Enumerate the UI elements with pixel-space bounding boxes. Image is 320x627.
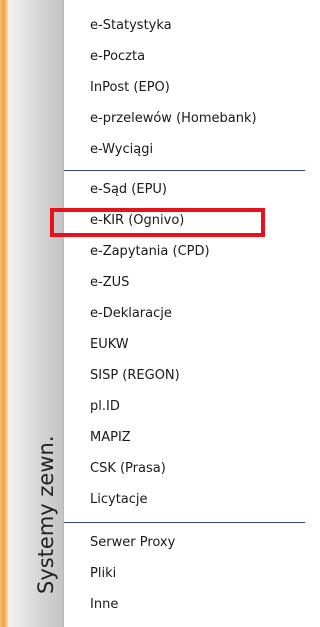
sidebar-label-container: Systemy zewn. [16,365,58,615]
menu-item-pl-id[interactable]: pl.ID [64,395,305,419]
menu-item-e-poczta[interactable]: e-Poczta [64,45,305,69]
context-menu: e-Statystyka e-Poczta InPost (EPO) e-prz… [64,0,305,627]
menu-item-e-sad[interactable]: e-Sąd (EPU) [64,178,305,202]
menu-item-csk[interactable]: CSK (Prasa) [64,457,305,481]
menu-item-mapiz[interactable]: MAPIZ [64,426,305,450]
menu-item-inne[interactable]: Inne [64,593,305,617]
menu-item-serwer-proxy[interactable]: Serwer Proxy [64,531,305,555]
menu-item-eukw[interactable]: EUKW [64,333,305,357]
menu-item-e-kir[interactable]: e-KIR (Ognivo) [64,209,305,233]
window-left-border [0,0,9,627]
menu-item-e-wyciagi[interactable]: e-Wyciągi [64,138,305,162]
menu-item-licytacje[interactable]: Licytacje [64,488,305,512]
menu-item-e-zus[interactable]: e-ZUS [64,271,305,295]
menu-separator [64,170,305,171]
menu-separator [64,522,305,523]
menu-item-sisp[interactable]: SISP (REGON) [64,364,305,388]
menu-item-e-deklaracje[interactable]: e-Deklaracje [64,302,305,326]
menu-item-e-przelewow[interactable]: e-przelewów (Homebank) [64,107,305,131]
sidebar-label: Systemy zewn. [34,435,58,594]
menu-item-e-statystyka[interactable]: e-Statystyka [64,14,305,38]
menu-item-inpost[interactable]: InPost (EPO) [64,76,305,100]
menu-item-pliki[interactable]: Pliki [64,562,305,586]
menu-item-e-zapytania[interactable]: e-Zapytania (CPD) [64,240,305,264]
